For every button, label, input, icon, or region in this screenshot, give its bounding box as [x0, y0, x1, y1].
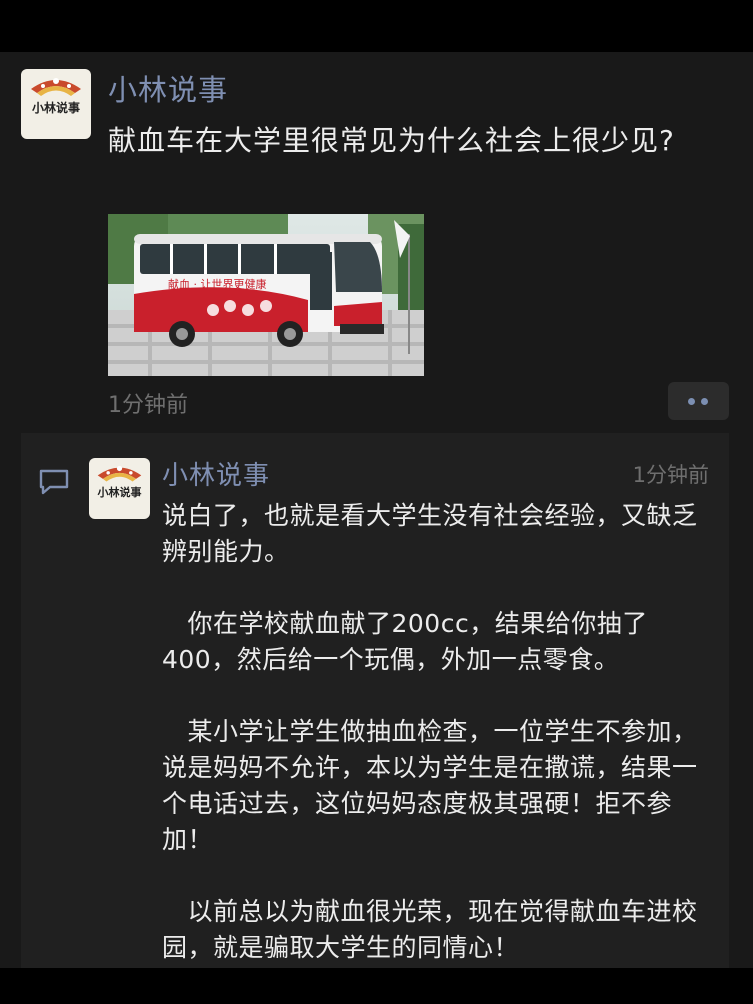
bus-slogan: 献血 · 让世界更健康	[168, 277, 267, 291]
comment-paragraph: 某小学让学生做抽血检查，一位学生不参加，说是妈妈不允许，本以为学生是在撒谎，结果…	[162, 717, 698, 854]
comment-paragraph: 说白了，也就是看大学生没有社会经验，又缺乏辨别能力。	[162, 501, 698, 566]
dot-icon	[701, 398, 708, 405]
avatar-label: 小林说事	[31, 100, 80, 115]
post-image[interactable]: 献血 · 让世界更健康	[108, 214, 424, 376]
comment-author-name[interactable]: 小林说事	[162, 455, 270, 492]
moments-screen: 小林说事 小林说事 献血车在大学里很常见为什么社会上很少见? 献血 · 让世界更…	[0, 52, 753, 968]
comment-avatar[interactable]: 小林说事	[89, 458, 150, 519]
avatar-label: 小林说事	[97, 485, 142, 499]
comment-paragraph: 你在学校献血献了200cc，结果给你抽了400，然后给一个玩偶，外加一点零食。	[162, 609, 648, 674]
more-actions-button[interactable]	[668, 382, 729, 420]
comment-text[interactable]: 说白了，也就是看大学生没有社会经验，又缺乏辨别能力。 你在学校献血献了200cc…	[162, 498, 722, 968]
post-time: 1分钟前	[108, 393, 188, 418]
blood-bus-photo: 献血 · 让世界更健康	[108, 214, 424, 376]
post-avatar[interactable]: 小林说事	[21, 69, 91, 139]
dot-icon	[688, 398, 695, 405]
post-author-name[interactable]: 小林说事	[108, 67, 228, 109]
post-text: 献血车在大学里很常见为什么社会上很少见?	[108, 124, 675, 157]
avatar-logo: 小林说事	[89, 458, 150, 519]
comment-icon	[39, 469, 69, 495]
comment-time: 1分钟前	[632, 463, 709, 487]
avatar-logo: 小林说事	[21, 69, 91, 139]
comment-paragraph: 以前总以为献血很光荣，现在觉得献血车进校园，就是骗取大学生的同情心！	[162, 897, 698, 962]
